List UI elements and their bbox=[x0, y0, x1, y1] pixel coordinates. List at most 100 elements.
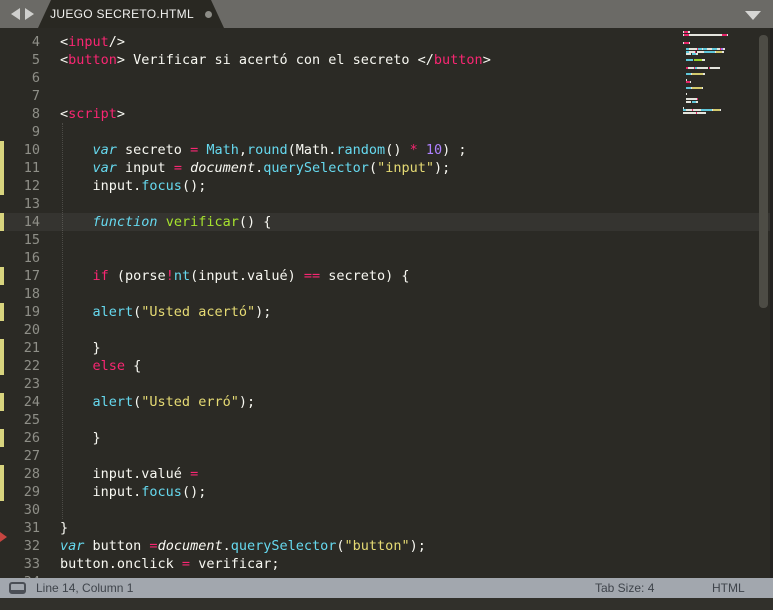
code-line-21[interactable]: 21 } bbox=[0, 339, 773, 357]
code-line-20[interactable]: 20 bbox=[0, 321, 773, 339]
code-lines: 4 <input/> 5 <button> Verificar si acertó c… bbox=[0, 33, 773, 578]
unsaved-changes-dot-icon[interactable] bbox=[204, 10, 212, 18]
code-text: if (porse!nt(input.valué) == secreto) { bbox=[92, 268, 410, 284]
code-line-10[interactable]: 10 var secreto = Math,round(Math.random(… bbox=[0, 141, 773, 159]
line-number: 6 bbox=[31, 70, 40, 86]
code-text: var button =document.querySelector("butt… bbox=[60, 538, 426, 554]
line-number: 26 bbox=[23, 430, 40, 446]
tab-scroll-left-icon[interactable] bbox=[11, 8, 20, 20]
minimap-line bbox=[683, 81, 755, 84]
tab-overflow-menu-icon[interactable] bbox=[745, 11, 761, 20]
minimap-line bbox=[683, 73, 755, 76]
code-text: input.focus(); bbox=[92, 178, 207, 194]
code-text: <input/> bbox=[60, 34, 126, 50]
code-text: alert("Usted erró"); bbox=[92, 394, 256, 410]
scrollbar-thumb[interactable] bbox=[759, 35, 768, 308]
code-editor[interactable]: 4 <input/> 5 <button> Verificar si acertó c… bbox=[0, 28, 773, 578]
line-number: 11 bbox=[23, 160, 40, 176]
code-text: <button> Verificar si acertó con el secr… bbox=[60, 52, 491, 68]
line-number: 18 bbox=[23, 286, 40, 302]
line-number: 15 bbox=[23, 232, 40, 248]
minimap-line bbox=[683, 67, 755, 70]
syntax-button[interactable]: HTML bbox=[712, 581, 745, 595]
line-number: 25 bbox=[23, 412, 40, 428]
line-number: 29 bbox=[23, 484, 40, 500]
tab-scroll-right-icon[interactable] bbox=[25, 8, 34, 20]
line-number: 8 bbox=[31, 106, 40, 122]
code-line-29[interactable]: 29 input.focus(); bbox=[0, 483, 773, 501]
line-number: 19 bbox=[23, 304, 40, 320]
line-number: 10 bbox=[23, 142, 40, 158]
code-line-7[interactable]: 7 bbox=[0, 87, 773, 105]
code-line-23[interactable]: 23 bbox=[0, 375, 773, 393]
code-line-24[interactable]: 24 alert("Usted erró"); bbox=[0, 393, 773, 411]
code-line-9[interactable]: 9 bbox=[0, 123, 773, 141]
code-text: } bbox=[92, 430, 101, 446]
code-line-16[interactable]: 16 bbox=[0, 249, 773, 267]
tab-bar: JUEGO SECRETO.HTML bbox=[0, 0, 773, 28]
code-text: var input = document.querySelector("inpu… bbox=[92, 160, 451, 176]
code-line-25[interactable]: 25 bbox=[0, 411, 773, 429]
line-number: 16 bbox=[23, 250, 40, 266]
line-number: 12 bbox=[23, 178, 40, 194]
line-number: 7 bbox=[31, 88, 40, 104]
code-line-30[interactable]: 30 bbox=[0, 501, 773, 519]
code-line-15[interactable]: 15 bbox=[0, 231, 773, 249]
line-number: 27 bbox=[23, 448, 40, 464]
line-number: 30 bbox=[23, 502, 40, 518]
code-line-13[interactable]: 13 bbox=[0, 195, 773, 213]
code-line-6[interactable]: 6 bbox=[0, 69, 773, 87]
minimap-line bbox=[683, 53, 755, 56]
code-line-17[interactable]: 17 if (porse!nt(input.valué) == secreto)… bbox=[0, 267, 773, 285]
code-line-27[interactable]: 27 bbox=[0, 447, 773, 465]
code-line-12[interactable]: 12 input.focus(); bbox=[0, 177, 773, 195]
panel-toggle-icon[interactable] bbox=[9, 582, 26, 594]
tab-title: JUEGO SECRETO.HTML bbox=[50, 7, 194, 21]
code-text: button.onclick = verificar; bbox=[60, 556, 280, 572]
code-line-11[interactable]: 11 var input = document.querySelector("i… bbox=[0, 159, 773, 177]
code-text: alert("Usted acertó"); bbox=[92, 304, 272, 320]
line-number: 23 bbox=[23, 376, 40, 392]
line-number: 9 bbox=[31, 124, 40, 140]
code-line-32[interactable]: 32 var button =document.querySelector("bu… bbox=[0, 537, 773, 555]
sublime-window: JUEGO SECRETO.HTML 4 <input/> 5 <button> Ve… bbox=[0, 0, 773, 610]
minimap-line bbox=[683, 59, 755, 62]
code-line-26[interactable]: 26 } bbox=[0, 429, 773, 447]
code-text: input.focus(); bbox=[92, 484, 207, 500]
line-number: 28 bbox=[23, 466, 40, 482]
minimap-line bbox=[683, 92, 755, 96]
line-number: 22 bbox=[23, 358, 40, 374]
code-line-31[interactable]: 31} bbox=[0, 519, 773, 537]
minimap-line bbox=[683, 101, 755, 104]
code-text: function verificar() { bbox=[92, 214, 272, 230]
line-number: 24 bbox=[23, 394, 40, 410]
code-line-33[interactable]: 33 button.onclick = verificar; bbox=[0, 555, 773, 573]
code-line-28[interactable]: 28 input.valué = bbox=[0, 465, 773, 483]
window-bottom-edge bbox=[0, 598, 773, 610]
status-bar: Line 14, Column 1 Tab Size: 4 HTML bbox=[0, 578, 773, 598]
line-number: 33 bbox=[23, 556, 40, 572]
code-line-8[interactable]: 8 <script> bbox=[0, 105, 773, 123]
code-text: } bbox=[60, 520, 69, 536]
code-text: else { bbox=[92, 358, 142, 374]
line-number: 20 bbox=[23, 322, 40, 338]
minimap[interactable] bbox=[683, 31, 755, 151]
code-text: <script> bbox=[60, 106, 126, 122]
code-line-22[interactable]: 22 else { bbox=[0, 357, 773, 375]
code-line-4[interactable]: 4 <input/> bbox=[0, 33, 773, 51]
line-number: 21 bbox=[23, 340, 40, 356]
code-text: input.valué = bbox=[92, 466, 199, 482]
minimap-line bbox=[683, 112, 755, 115]
tab-size-button[interactable]: Tab Size: 4 bbox=[595, 581, 654, 595]
line-number: 13 bbox=[23, 196, 40, 212]
cursor-position-label: Line 14, Column 1 bbox=[36, 581, 134, 595]
line-number: 4 bbox=[31, 34, 40, 50]
code-line-14[interactable]: 14 function verificar() { bbox=[0, 213, 773, 231]
deleted-lines-marker-icon bbox=[0, 532, 7, 542]
code-line-18[interactable]: 18 bbox=[0, 285, 773, 303]
line-number: 17 bbox=[23, 268, 40, 284]
line-number: 5 bbox=[31, 52, 40, 68]
code-line-19[interactable]: 19 alert("Usted acertó"); bbox=[0, 303, 773, 321]
code-line-5[interactable]: 5 <button> Verificar si acertó con el sec… bbox=[0, 51, 773, 69]
tab-juego-secreto[interactable]: JUEGO SECRETO.HTML bbox=[38, 0, 224, 28]
